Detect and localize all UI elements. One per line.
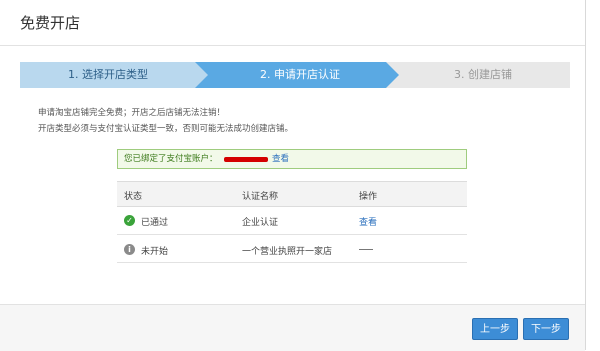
notice-line-1: 申请淘宝店铺完全免费；开店之后店铺无法注销！ [38,108,226,118]
step-1-label: 1. 选择开店类型 [68,68,148,81]
dialog-title: 免费开店 [20,14,81,32]
step-3-label: 3. 创建店铺 [454,68,512,81]
row-2-name: 一个营业执照开一家店 [242,247,333,257]
header-action: 操作 [359,192,378,202]
step-3-create-shop: 3. 创建店铺 [399,62,570,88]
step-progress: 1. 选择开店类型 2. 申请开店认证 3. 创建店铺 [20,62,570,88]
row-2-no-action-dash [359,249,373,250]
header-auth-name: 认证名称 [242,192,279,202]
open-shop-dialog: 免费开店 1. 选择开店类型 2. 申请开店认证 3. 创建店铺 申请淘宝店铺完… [0,0,586,351]
alipay-view-link[interactable]: 查看 [272,150,289,168]
step-1-select-type: 1. 选择开店类型 [20,62,195,88]
next-step-button[interactable]: 下一步 [523,318,569,340]
row-1-name: 企业认证 [242,218,279,228]
header-status: 状态 [124,192,143,202]
row-1-status: 已通过 [141,218,169,228]
dialog-header: 免费开店 [0,0,585,46]
step-2-apply-auth: 2. 申请开店认证 [208,62,386,88]
redacted-account [224,157,268,162]
check-circle-icon: ✓ [124,215,135,226]
step-2-label: 2. 申请开店认证 [260,68,340,81]
alipay-bound-banner: 您已绑定了支付宝账户： 查看 [117,149,467,169]
alipay-bound-text: 您已绑定了支付宝账户： [124,154,218,164]
table-row: ✓ 已通过 企业认证 查看 [117,207,467,235]
table-row: i 未开始 一个营业执照开一家店 [117,235,467,263]
row-2-status: 未开始 [141,247,169,257]
row-1-view-link[interactable]: 查看 [359,215,377,228]
notice-line-2: 开店类型必须与支付宝认证类型一致，否则可能无法成功创建店铺。 [38,124,294,134]
auth-table-header: 状态 认证名称 操作 [117,181,467,207]
step-1-arrow [195,62,208,88]
prev-step-button[interactable]: 上一步 [472,318,518,340]
info-circle-icon: i [124,244,135,255]
step-2-arrow [386,62,399,88]
